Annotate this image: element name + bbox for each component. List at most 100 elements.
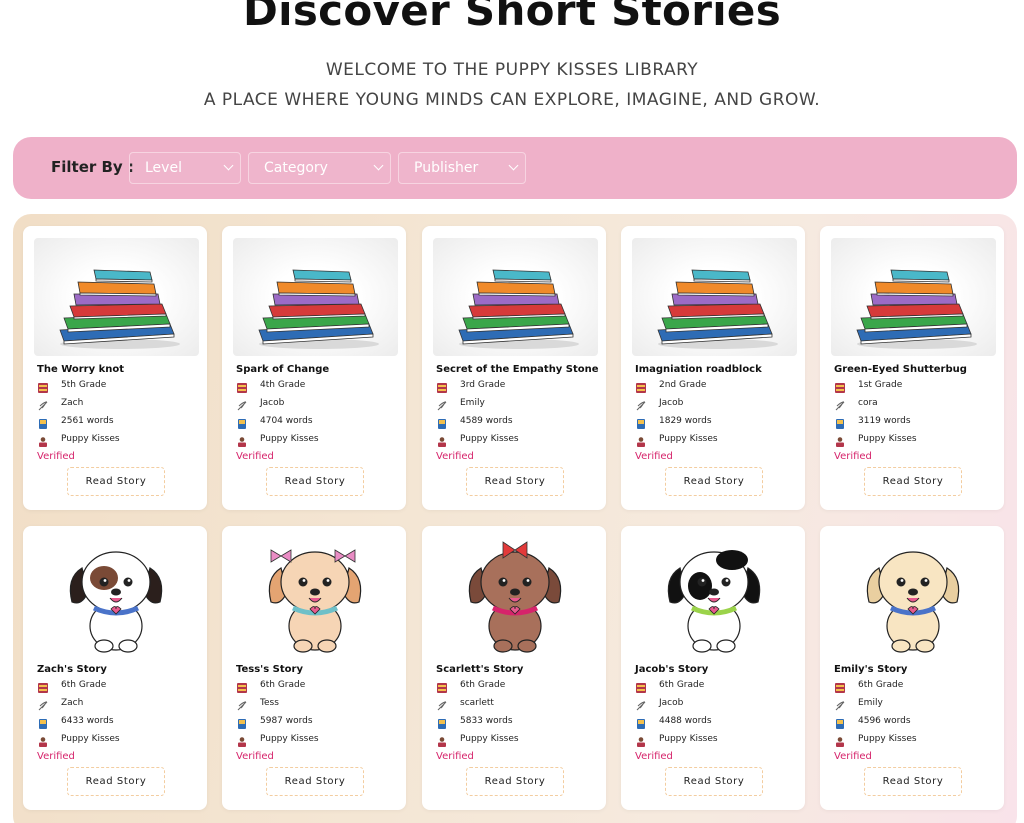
story-grade: 6th Grade — [260, 680, 306, 690]
story-title: Green-Eyed Shutterbug — [834, 364, 967, 375]
story-publisher: Puppy Kisses — [659, 434, 718, 444]
story-words: 4488 words — [659, 716, 712, 726]
story-grade: 6th Grade — [659, 680, 705, 690]
read-story-button[interactable]: Read Story — [67, 767, 165, 796]
story-publisher-row: Puppy Kisses — [635, 732, 718, 747]
page-title: Discover Short Stories — [243, 0, 781, 35]
story-author: Tess — [260, 698, 279, 708]
story-grade: 1st Grade — [858, 380, 903, 390]
story-grade-row: 5th Grade — [37, 378, 106, 393]
publisher-reader-icon — [236, 733, 248, 747]
read-story-button[interactable]: Read Story — [665, 467, 763, 496]
story-words: 6433 words — [61, 716, 114, 726]
verified-status: Verified — [236, 451, 274, 462]
word-count-book-icon — [635, 415, 647, 429]
story-grade: 6th Grade — [61, 680, 107, 690]
story-author-row: Emily — [436, 396, 485, 411]
story-card: Zach's Story 6th Grade Zach 6433 words Puppy… — [23, 526, 207, 810]
read-story-button[interactable]: Read Story — [466, 467, 564, 496]
publisher-reader-icon — [834, 733, 846, 747]
puppy-image — [34, 538, 199, 656]
story-words: 4704 words — [260, 416, 313, 426]
story-card: Scarlett's Story 6th Grade scarlett 5833 wo… — [422, 526, 606, 810]
story-grade: 6th Grade — [858, 680, 904, 690]
story-author: Zach — [61, 398, 84, 408]
word-count-book-icon — [834, 415, 846, 429]
story-publisher-row: Puppy Kisses — [635, 432, 718, 447]
story-words-row: 5987 words — [236, 714, 313, 729]
story-author: Zach — [61, 698, 84, 708]
story-publisher-row: Puppy Kisses — [436, 732, 519, 747]
puppy-image — [632, 538, 797, 656]
story-author: Jacob — [659, 398, 684, 408]
publisher-reader-icon — [834, 433, 846, 447]
story-grade-row: 6th Grade — [37, 678, 107, 693]
story-words-row: 5833 words — [436, 714, 513, 729]
story-author: Jacob — [260, 398, 285, 408]
grade-book-icon — [436, 379, 448, 393]
story-words-row: 4704 words — [236, 414, 313, 429]
story-words-row: 4596 words — [834, 714, 911, 729]
word-count-book-icon — [37, 715, 49, 729]
author-quill-icon — [236, 697, 248, 711]
chevron-down-icon — [508, 160, 519, 171]
story-author-row: scarlett — [436, 696, 494, 711]
story-author-row: cora — [834, 396, 878, 411]
story-publisher: Puppy Kisses — [659, 734, 718, 744]
category-select-value: Category — [264, 160, 328, 176]
story-publisher-row: Puppy Kisses — [436, 432, 519, 447]
story-grade-row: 2nd Grade — [635, 378, 706, 393]
story-grade: 3rd Grade — [460, 380, 506, 390]
grade-book-icon — [37, 379, 49, 393]
read-story-button[interactable]: Read Story — [67, 467, 165, 496]
story-grade: 6th Grade — [460, 680, 506, 690]
word-count-book-icon — [635, 715, 647, 729]
word-count-book-icon — [436, 415, 448, 429]
book-stack-image — [831, 238, 996, 356]
story-grade-row: 4th Grade — [236, 378, 305, 393]
filter-label: Filter By : — [51, 158, 134, 176]
publisher-reader-icon — [37, 433, 49, 447]
story-author-row: Tess — [236, 696, 279, 711]
puppy-image — [831, 538, 996, 656]
story-words-row: 6433 words — [37, 714, 114, 729]
story-title: Emily's Story — [834, 664, 908, 675]
subtitle-line-2: A PLACE WHERE YOUNG MINDS CAN EXPLORE, I… — [203, 90, 821, 110]
publisher-reader-icon — [37, 733, 49, 747]
story-author: scarlett — [460, 698, 494, 708]
story-publisher: Puppy Kisses — [858, 434, 917, 444]
author-quill-icon — [635, 397, 647, 411]
story-author: cora — [858, 398, 878, 408]
story-author-row: Jacob — [635, 396, 684, 411]
verified-status: Verified — [834, 451, 872, 462]
story-publisher: Puppy Kisses — [61, 434, 120, 444]
book-stack-image — [34, 238, 199, 356]
level-select[interactable]: Level — [129, 152, 241, 184]
read-story-button[interactable]: Read Story — [665, 767, 763, 796]
read-story-button[interactable]: Read Story — [864, 467, 962, 496]
grade-book-icon — [37, 679, 49, 693]
publisher-select[interactable]: Publisher — [398, 152, 526, 184]
story-words: 5987 words — [260, 716, 313, 726]
author-quill-icon — [834, 697, 846, 711]
story-author: Emily — [460, 398, 485, 408]
read-story-button[interactable]: Read Story — [466, 767, 564, 796]
verified-status: Verified — [635, 451, 673, 462]
story-publisher-row: Puppy Kisses — [236, 432, 319, 447]
verified-status: Verified — [436, 451, 474, 462]
word-count-book-icon — [436, 715, 448, 729]
story-words: 4589 words — [460, 416, 513, 426]
read-story-button[interactable]: Read Story — [864, 767, 962, 796]
story-title: Spark of Change — [236, 364, 330, 375]
story-words: 4596 words — [858, 716, 911, 726]
grade-book-icon — [635, 679, 647, 693]
story-grade-row: 6th Grade — [834, 678, 904, 693]
publisher-reader-icon — [436, 433, 448, 447]
word-count-book-icon — [236, 415, 248, 429]
grade-book-icon — [436, 679, 448, 693]
grade-book-icon — [834, 379, 846, 393]
category-select[interactable]: Category — [248, 152, 391, 184]
book-stack-image — [433, 238, 598, 356]
read-story-button[interactable]: Read Story — [266, 767, 364, 796]
read-story-button[interactable]: Read Story — [266, 467, 364, 496]
